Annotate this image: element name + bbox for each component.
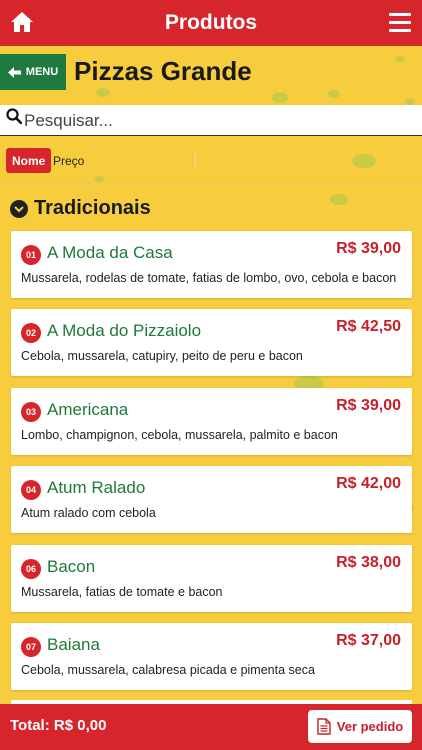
hamburger-icon[interactable] bbox=[389, 13, 411, 33]
product-card[interactable]: 01 A Moda da Casa R$ 39,00 Mussarela, ro… bbox=[11, 231, 412, 298]
product-price: R$ 39,00 bbox=[336, 397, 401, 414]
product-card[interactable]: 07 Baiana R$ 37,00 Cebola, mussarela, ca… bbox=[11, 623, 412, 690]
product-card[interactable]: 06 Bacon R$ 38,00 Mussarela, fatias de t… bbox=[11, 545, 412, 612]
product-card[interactable]: 03 Americana R$ 39,00 Lombo, champignon,… bbox=[11, 388, 412, 455]
product-price: R$ 42,50 bbox=[336, 318, 401, 335]
product-description: Cebola, mussarela, catupiry, peito de pe… bbox=[21, 349, 303, 363]
search-icon bbox=[6, 108, 22, 124]
product-card[interactable]: 04 Atum Ralado R$ 42,00 Atum ralado com … bbox=[11, 466, 412, 533]
category-page-title: Pizzas Grande bbox=[74, 56, 252, 86]
view-order-button[interactable]: Ver pedido bbox=[308, 710, 412, 743]
category-label: Tradicionais bbox=[34, 197, 151, 219]
product-number-badge: 06 bbox=[21, 559, 41, 579]
page-header-title: Produtos bbox=[164, 11, 258, 34]
product-description: Cebola, mussarela, calabresa picada e pi… bbox=[21, 663, 315, 677]
product-name: Baiana bbox=[47, 635, 100, 654]
product-number-badge: 03 bbox=[21, 402, 41, 422]
product-name: A Moda do Pizzaiolo bbox=[47, 321, 202, 340]
product-number-badge: 02 bbox=[21, 323, 41, 343]
product-description: Mussarela, fatias de tomate e bacon bbox=[21, 585, 223, 599]
view-order-label: Ver pedido bbox=[336, 719, 404, 734]
product-price: R$ 38,00 bbox=[336, 554, 401, 571]
product-number-badge: 04 bbox=[21, 480, 41, 500]
sort-by-price-button[interactable]: Preço bbox=[53, 154, 84, 168]
bottom-bar: Total: R$ 0,00 Ver pedido bbox=[0, 704, 422, 750]
product-number-badge: 07 bbox=[21, 637, 41, 657]
category-toggle[interactable]: Tradicionais bbox=[10, 197, 151, 220]
menu-back-button[interactable]: MENU bbox=[0, 54, 66, 90]
product-name: Americana bbox=[47, 400, 129, 419]
product-name: A Moda da Casa bbox=[47, 243, 173, 262]
product-description: Mussarela, rodelas de tomate, fatias de … bbox=[21, 271, 397, 285]
product-description: Lombo, champignon, cebola, mussarela, pa… bbox=[21, 428, 338, 442]
product-price: R$ 42,00 bbox=[336, 475, 401, 492]
section-header: MENU Pizzas Grande bbox=[0, 54, 422, 92]
product-card[interactable]: 02 A Moda do Pizzaiolo R$ 42,50 Cebola, … bbox=[11, 309, 412, 376]
sort-by-name-button[interactable]: Nome bbox=[6, 148, 52, 173]
document-icon bbox=[317, 718, 331, 735]
product-name: Bacon bbox=[47, 557, 96, 576]
product-price: R$ 39,00 bbox=[336, 240, 401, 257]
sort-bar: Nome Preço bbox=[0, 146, 422, 176]
order-total: Total: R$ 0,00 bbox=[10, 717, 107, 734]
arrow-left-icon bbox=[7, 66, 21, 78]
divider bbox=[0, 182, 422, 183]
product-number-badge: 01 bbox=[21, 245, 41, 265]
search-bar bbox=[0, 105, 422, 136]
home-icon[interactable] bbox=[10, 11, 34, 33]
menu-back-label: MENU bbox=[25, 66, 59, 78]
search-input[interactable] bbox=[24, 108, 414, 134]
product-name: Atum Ralado bbox=[47, 478, 146, 497]
chevron-down-icon bbox=[10, 199, 28, 218]
product-price: R$ 37,00 bbox=[336, 632, 401, 649]
product-description: Atum ralado com cebola bbox=[21, 506, 156, 520]
top-bar: Produtos bbox=[0, 0, 422, 46]
sort-divider bbox=[195, 152, 196, 168]
